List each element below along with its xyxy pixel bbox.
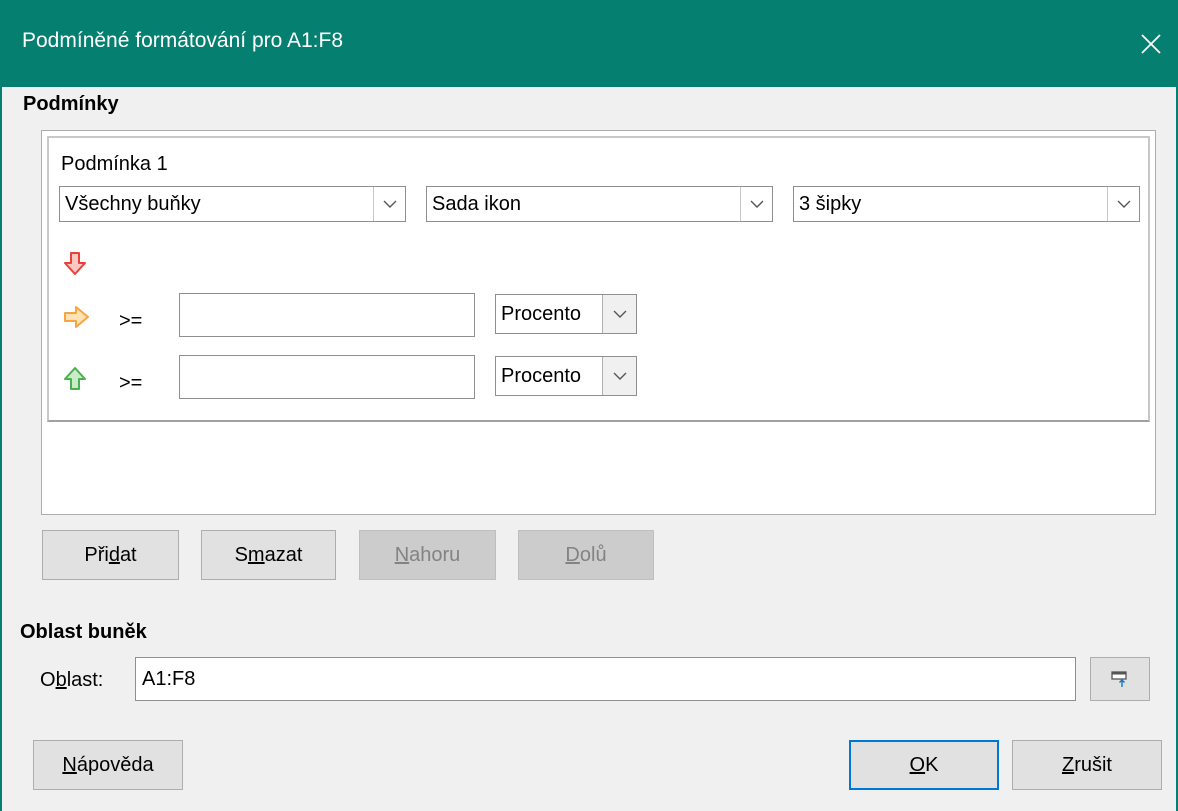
chevron-down-icon[interactable] <box>602 295 636 333</box>
arrow-down-red-icon <box>62 250 88 276</box>
icon-set-dropdown[interactable]: 3 šipky <box>793 186 1140 222</box>
button-label-part: rušit <box>1074 753 1112 776</box>
chevron-down-icon[interactable] <box>740 187 772 221</box>
label-part: O <box>40 669 56 691</box>
cell-range-field-label: Oblast: <box>40 669 103 692</box>
button-label-part: at <box>119 543 137 566</box>
applies-to-dropdown[interactable]: Všechny buňky <box>59 186 406 222</box>
title-bar: Podmíněné formátování pro A1:F8 <box>0 0 1178 87</box>
chevron-down-icon[interactable] <box>1107 187 1139 221</box>
button-accelerator: m <box>247 543 265 566</box>
button-accelerator: N <box>394 543 410 566</box>
arrow-up-green-icon <box>62 366 88 392</box>
chevron-down-icon[interactable] <box>602 357 636 395</box>
delete-condition-button[interactable]: Sm azat <box>201 530 336 580</box>
button-label-part: azat <box>264 543 303 566</box>
button-accelerator: Z <box>1061 753 1075 776</box>
move-up-button[interactable]: Nahoru <box>359 530 496 580</box>
arrow-right-orange-icon <box>62 304 89 330</box>
move-down-button[interactable]: Dolů <box>518 530 654 580</box>
cell-range-input[interactable]: A1:F8 <box>135 657 1076 701</box>
button-accelerator: N <box>62 753 77 776</box>
button-label-part: olů <box>579 543 607 566</box>
chevron-down-icon[interactable] <box>373 187 405 221</box>
shrink-dialog-icon <box>1111 671 1127 687</box>
button-label-part: ahoru <box>409 543 461 566</box>
condition-type-value: Sada ikon <box>432 193 521 215</box>
threshold-value-input-1[interactable] <box>179 293 475 337</box>
icon-set-value: 3 šipky <box>799 193 862 215</box>
add-condition-button[interactable]: Při d at <box>42 530 179 580</box>
shrink-dialog-button[interactable] <box>1090 657 1150 701</box>
threshold-unit-value-1: Procento <box>501 303 582 325</box>
button-label-part: S <box>234 543 248 566</box>
threshold-unit-dropdown-2[interactable]: Procento <box>495 356 637 396</box>
close-icon <box>1141 33 1161 54</box>
cell-range-section-label: Oblast buněk <box>20 621 147 643</box>
threshold-unit-value-2: Procento <box>501 365 582 387</box>
threshold-value-input-2[interactable] <box>179 355 475 399</box>
operator-label: >= <box>119 310 143 332</box>
threshold-unit-dropdown-1[interactable]: Procento <box>495 294 637 334</box>
button-label-part: K <box>925 753 939 776</box>
button-accelerator: d <box>108 543 120 566</box>
applies-to-value: Všechny buňky <box>65 193 201 215</box>
conditions-section-label: Podmínky <box>23 93 119 115</box>
label-part: last: <box>66 669 104 691</box>
close-button[interactable] <box>1124 0 1178 87</box>
operator-label: >= <box>119 372 143 394</box>
condition-entry[interactable]: Podmínka 1 Všechny buňky Sada ikon 3 šip… <box>47 136 1150 422</box>
window-title: Podmíněné formátování pro A1:F8 <box>22 29 344 52</box>
button-accelerator: D <box>565 543 580 566</box>
button-accelerator: O <box>909 753 926 776</box>
ok-button[interactable]: OK <box>849 740 999 790</box>
condition-title: Podmínka 1 <box>61 153 168 175</box>
condition-type-dropdown[interactable]: Sada ikon <box>426 186 773 222</box>
help-button[interactable]: Nápověda <box>33 740 183 790</box>
label-accelerator: b <box>55 669 67 691</box>
button-label-part: Při <box>84 543 109 566</box>
button-label-part: ápověda <box>76 753 154 776</box>
cell-range-value: A1:F8 <box>142 668 196 690</box>
conditions-list[interactable]: Podmínka 1 Všechny buňky Sada ikon 3 šip… <box>41 130 1156 515</box>
cancel-button[interactable]: Zrušit <box>1012 740 1162 790</box>
